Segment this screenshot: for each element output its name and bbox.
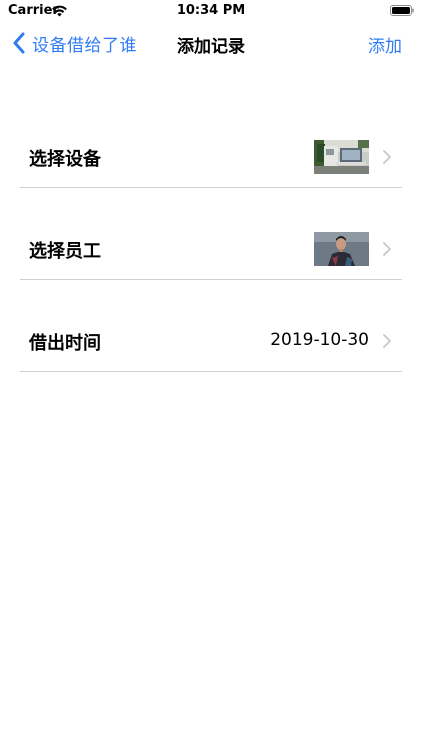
device-thumbnail <box>314 140 369 174</box>
battery-icon <box>390 5 414 16</box>
clock: 10:34 PM <box>176 3 246 18</box>
lend-date-row[interactable]: 借出时间 2019-10-30 <box>20 311 402 372</box>
lend-date-value: 2019-10-30 <box>270 330 369 350</box>
select-device-label: 选择设备 <box>29 149 101 170</box>
employee-thumbnail <box>314 232 369 266</box>
navigation-bar: 设备借给了谁 添加记录 添加 <box>0 22 422 66</box>
chevron-right-icon <box>383 242 391 256</box>
chevron-right-icon <box>383 150 391 164</box>
select-device-row[interactable]: 选择设备 <box>20 127 402 188</box>
select-employee-label: 选择员工 <box>29 241 101 262</box>
lend-date-label: 借出时间 <box>29 333 101 354</box>
select-employee-row[interactable]: 选择员工 <box>20 219 402 280</box>
status-bar: Carrier 10:34 PM <box>0 0 422 22</box>
page-title: 添加记录 <box>177 37 245 57</box>
add-button[interactable]: 添加 <box>368 32 402 57</box>
chevron-right-icon <box>383 334 391 348</box>
